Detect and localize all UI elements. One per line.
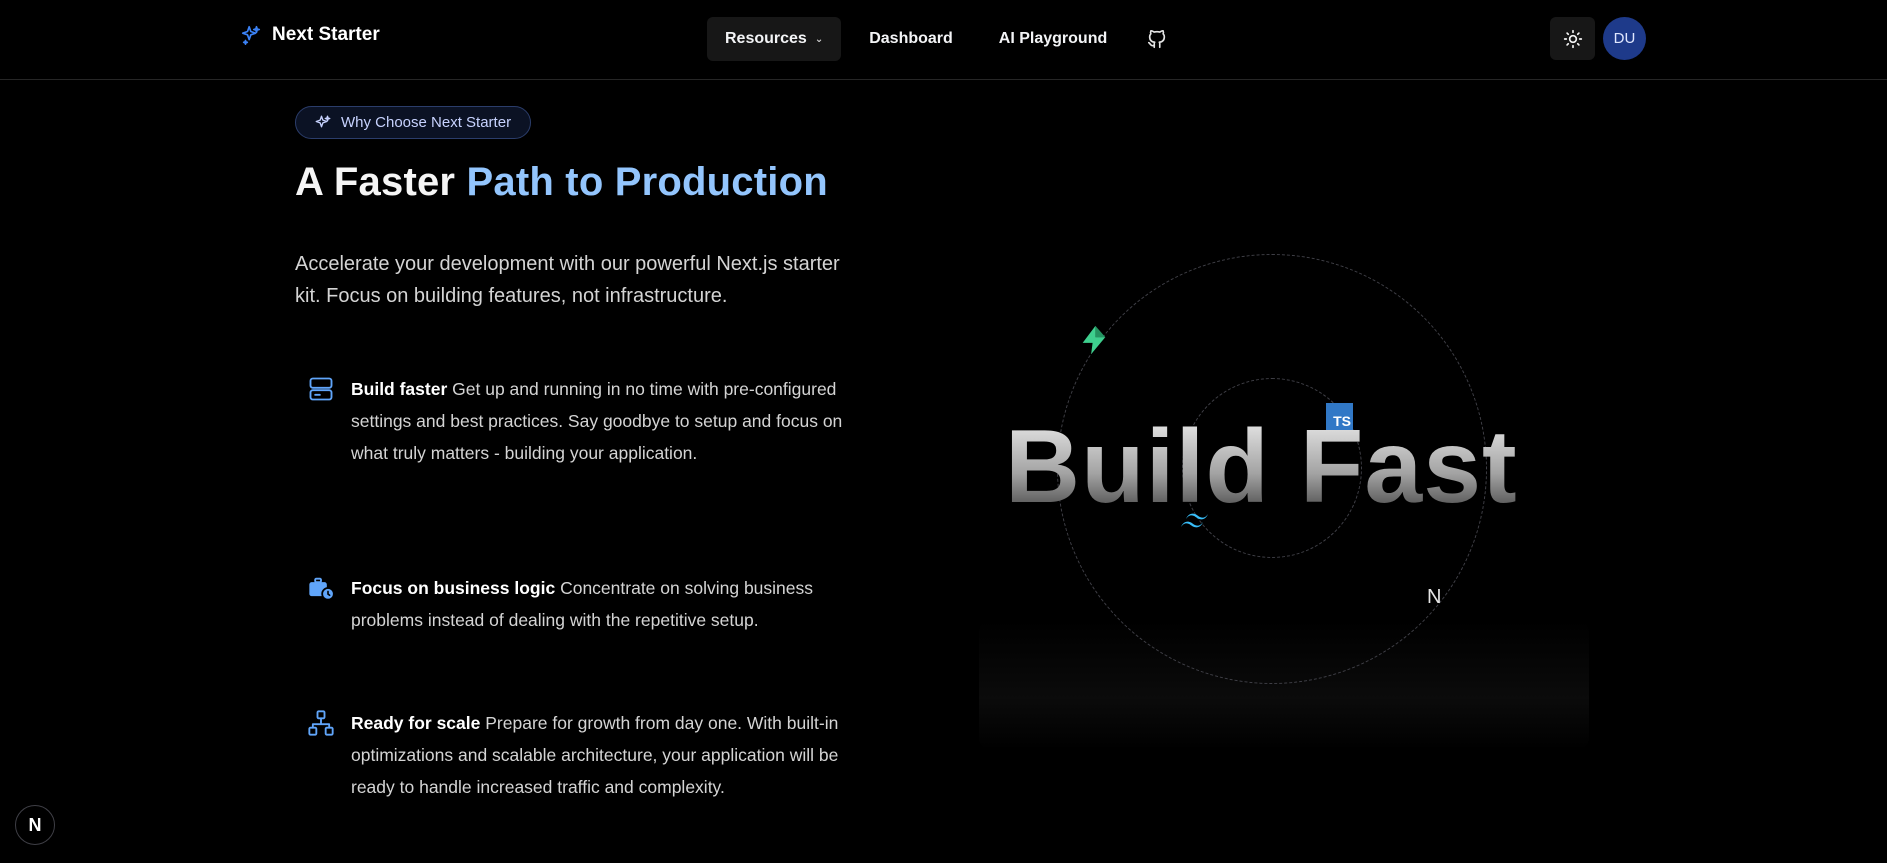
top-navbar: Next Starter Resources ⌄ Dashboard AI Pl… [0,0,1887,80]
feature-title: Focus on business logic [351,578,556,598]
feature-business-logic: Focus on business logic Concentrate on s… [307,572,847,636]
feature-text: Build faster Get up and running in no ti… [351,373,847,469]
typescript-icon: TS [1326,403,1353,430]
orbit-visual: Build Fast TS N [975,240,1595,760]
feature-text: Focus on business logic Concentrate on s… [351,572,847,636]
nav-resources[interactable]: Resources ⌄ [707,17,842,61]
next-dev-indicator-button[interactable]: N [15,805,55,845]
tailwind-icon [1181,513,1208,528]
nextjs-icon: N [1427,586,1442,608]
server-icon [309,377,333,401]
briefcase-clock-icon [309,577,335,601]
network-icon [308,710,334,736]
nav-ai-playground[interactable]: AI Playground [981,17,1125,61]
nav-ai-playground-label: AI Playground [998,30,1108,47]
brand-logo[interactable]: Next Starter [240,24,380,46]
feature-title: Ready for scale [351,713,481,733]
nav-resources-label: Resources [725,30,807,47]
section-badge: Why Choose Next Starter [295,106,532,139]
sparkles-icon [315,115,331,127]
feature-ready-for-scale: Ready for scale Prepare for growth from … [307,707,847,803]
supabase-icon [1082,325,1106,355]
chevron-down-icon: ⌄ [814,33,824,45]
sun-icon [1563,29,1582,48]
user-avatar[interactable]: DU [1603,17,1646,60]
nav-dashboard[interactable]: Dashboard [851,17,971,61]
brand-name: Next Starter [272,24,380,45]
main-nav: Resources ⌄ Dashboard AI Playground [707,17,1179,61]
sparkles-icon [241,25,261,45]
theme-toggle-button[interactable] [1550,17,1595,60]
title-plain: A Faster [295,160,467,204]
title-highlight: Path to Production [466,160,828,204]
next-dev-indicator-glyph: N [28,814,42,835]
avatar-initials: DU [1613,30,1636,47]
build-fast-headline: Build Fast [1005,409,1518,525]
nav-dashboard-label: Dashboard [869,30,953,47]
feature-text: Ready for scale Prepare for growth from … [351,707,847,803]
hero-subtitle: Accelerate your development with our pow… [295,253,840,307]
feature-build-faster: Build faster Get up and running in no ti… [307,373,847,469]
badge-label: Why Choose Next Starter [341,114,512,131]
page-title: A Faster Path to Production [295,160,828,205]
feature-title: Build faster [351,379,448,399]
github-link[interactable] [1135,17,1179,61]
github-icon [1148,29,1166,49]
